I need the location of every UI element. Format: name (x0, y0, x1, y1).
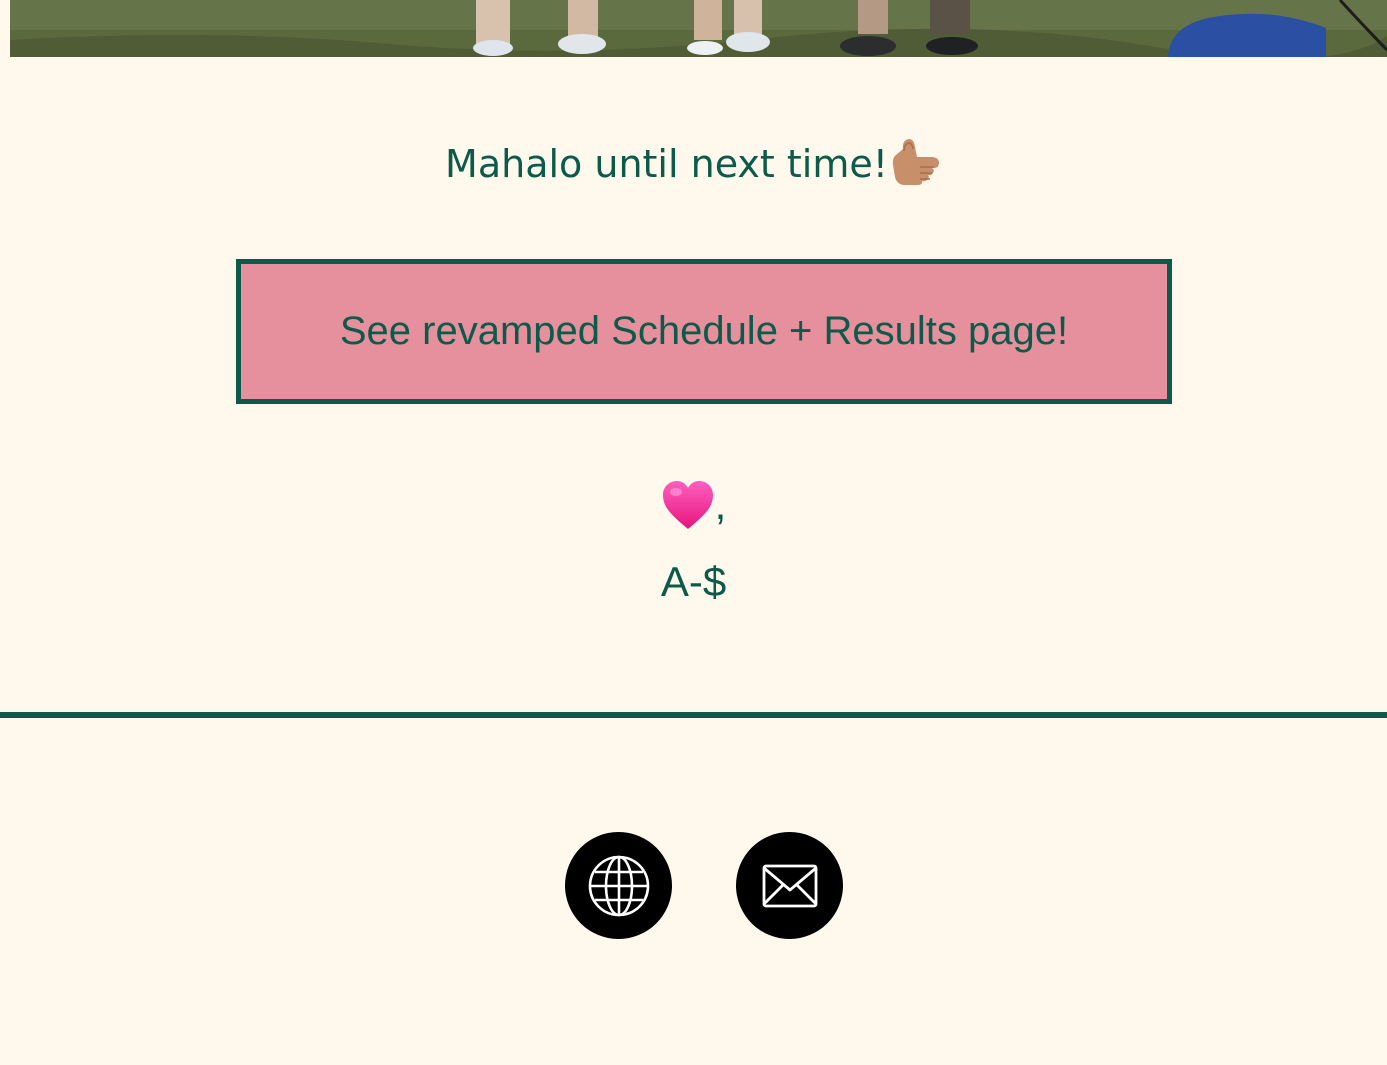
pink-heart-icon (661, 479, 715, 548)
website-link[interactable] (565, 832, 672, 939)
envelope-icon (762, 864, 817, 907)
call-me-hand-icon (890, 133, 942, 200)
signoff: , A-$ (0, 474, 1387, 608)
mahalo-text: Mahalo until next time! (445, 142, 888, 186)
globe-icon (588, 855, 649, 916)
signature: A-$ (660, 558, 727, 605)
schedule-results-button[interactable]: See revamped Schedule + Results page! (236, 259, 1172, 404)
footer-divider (0, 712, 1387, 718)
hero-photo (10, 0, 1387, 57)
hero-photo-art (10, 0, 1387, 57)
heart-comma: , (714, 481, 727, 528)
heart-line: , (0, 474, 1387, 548)
mahalo-message: Mahalo until next time! (0, 133, 1387, 200)
email-link[interactable] (736, 832, 843, 939)
schedule-results-label: See revamped Schedule + Results page! (339, 309, 1069, 353)
